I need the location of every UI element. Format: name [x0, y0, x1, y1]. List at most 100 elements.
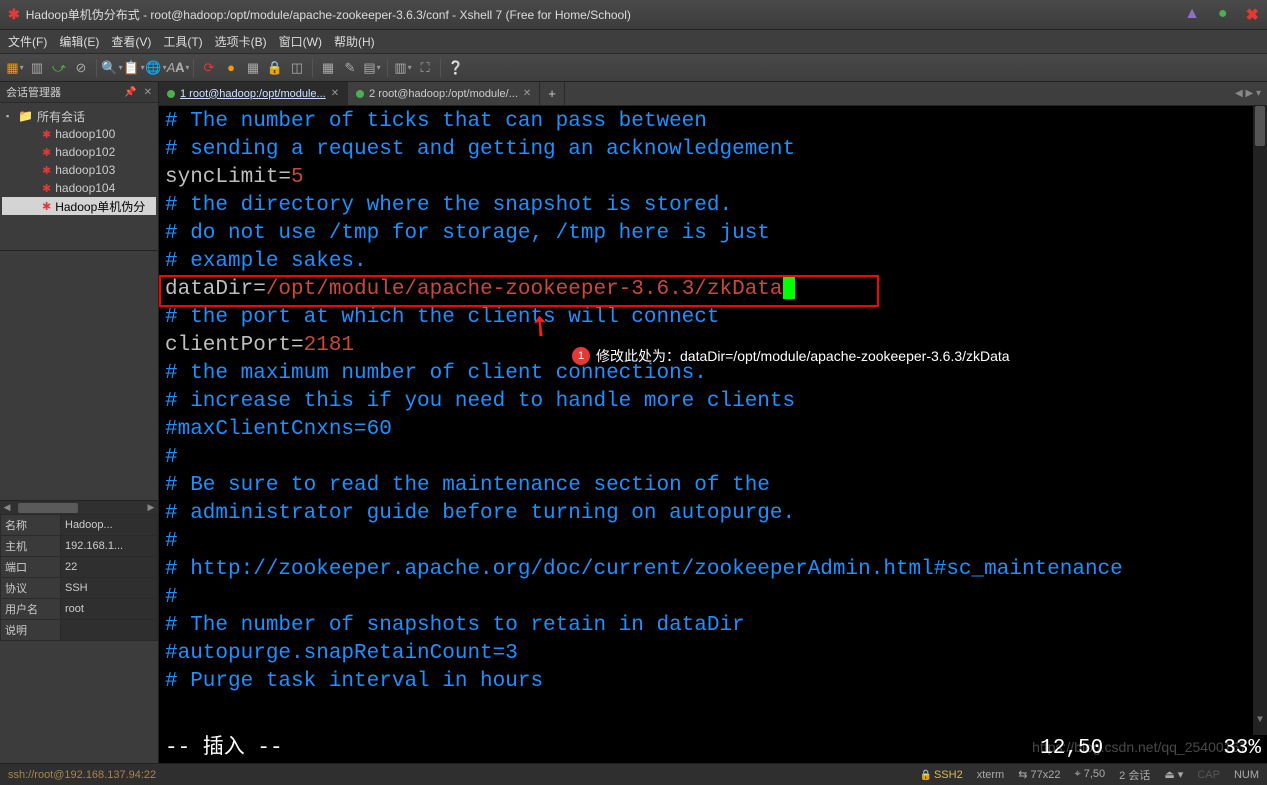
- copy-button[interactable]: 📋: [125, 59, 143, 77]
- terminal-line: # do not use /tmp for storage, /tmp here…: [165, 220, 1261, 248]
- disclosure-icon[interactable]: ▪: [6, 111, 16, 121]
- palette-button[interactable]: ▤: [363, 59, 381, 77]
- session-item[interactable]: ✱hadoop102: [2, 143, 156, 161]
- highlight-button[interactable]: ✎: [341, 59, 359, 77]
- tree-root[interactable]: ▪ 📁 所有会话: [2, 107, 156, 125]
- layout1-button[interactable]: ▦: [319, 59, 337, 77]
- status-dot-icon: [167, 90, 175, 98]
- menu-view[interactable]: 查看(V): [111, 33, 151, 50]
- status-size: ⇆ 77x22: [1018, 768, 1060, 781]
- menu-file[interactable]: 文件(F): [8, 33, 47, 50]
- reconnect-button[interactable]: ⤻: [50, 59, 68, 77]
- prop-key: 端口: [1, 557, 61, 578]
- maximize-icon[interactable]: ●: [1218, 5, 1228, 25]
- pin-icon[interactable]: 📌: [124, 87, 136, 98]
- terminal-line: # the directory where the snapshot is st…: [165, 192, 1261, 220]
- terminal-line: #: [165, 584, 1261, 612]
- scrollbar-thumb[interactable]: [1255, 106, 1265, 146]
- main-area: 1 root@hadoop:/opt/module... ✕ 2 root@ha…: [159, 82, 1267, 763]
- status-eject[interactable]: ⏏ ▾: [1164, 768, 1183, 781]
- session-icon: ✱: [42, 146, 51, 159]
- panel-close-icon[interactable]: ✕: [144, 87, 152, 98]
- new-session-button[interactable]: ▦: [6, 59, 24, 77]
- annotation-text: 修改此处为：dataDir=/opt/module/apache-zookeep…: [596, 342, 1010, 370]
- help-button[interactable]: ❔: [447, 59, 465, 77]
- tab-label: 2 root@hadoop:/opt/module/...: [369, 88, 518, 100]
- tool3-button[interactable]: ▦: [244, 59, 262, 77]
- app-icon: ✱: [8, 6, 20, 23]
- session-panel-title: 会话管理器: [6, 84, 120, 100]
- split-button[interactable]: ▥: [394, 59, 412, 77]
- prop-key: 用户名: [1, 599, 61, 620]
- prop-value: 192.168.1...: [61, 536, 158, 557]
- prop-value: 22: [61, 557, 158, 578]
- tab-scroll-controls[interactable]: ◀ ▶ ▾: [1229, 82, 1267, 105]
- minimize-icon[interactable]: ▲: [1184, 5, 1200, 25]
- window-title: Hadoop单机伪分布式 - root@hadoop:/opt/module/a…: [26, 6, 1184, 23]
- menu-tools[interactable]: 工具(T): [163, 33, 202, 50]
- terminal[interactable]: # The number of ticks that can pass betw…: [159, 106, 1267, 763]
- terminal-line: # Purge task interval in hours: [165, 668, 1261, 696]
- menu-tabs[interactable]: 选项卡(B): [215, 33, 267, 50]
- sidebar-scrollbar[interactable]: ◀ ▶: [0, 500, 158, 514]
- toolbar: ▦ ▥ ⤻ ⊘ 🔍 📋 🌐 A𝐀 ⟳ ● ▦ 🔒 ◫ ▦ ✎ ▤ ▥ ⛶ ❔: [0, 54, 1267, 82]
- scroll-right-icon[interactable]: ▶: [144, 502, 158, 513]
- add-tab-button[interactable]: +: [540, 82, 565, 105]
- session-item-selected[interactable]: ✱Hadoop单机伪分: [2, 197, 156, 215]
- terminal-line: #maxClientCnxns=60: [165, 416, 1261, 444]
- session-item[interactable]: ✱hadoop103: [2, 161, 156, 179]
- session-item[interactable]: ✱hadoop100: [2, 125, 156, 143]
- terminal-line: # increase this if you need to handle mo…: [165, 388, 1261, 416]
- session-tab[interactable]: 2 root@hadoop:/opt/module/... ✕: [348, 82, 540, 105]
- status-cap: CAP: [1197, 769, 1220, 781]
- search-button[interactable]: 🔍: [103, 59, 121, 77]
- font-button[interactable]: A𝐀: [169, 59, 187, 77]
- session-panel-header: 会话管理器 📌 ✕: [0, 82, 158, 103]
- window-controls: ▲ ● ✖: [1184, 5, 1259, 25]
- status-caret: ⌖ 7,50: [1074, 768, 1105, 781]
- scrollbar-thumb[interactable]: [18, 503, 78, 513]
- tool2-button[interactable]: ●: [222, 59, 240, 77]
- encoding-button[interactable]: 🌐: [147, 59, 165, 77]
- annotation-badge: 1: [572, 347, 590, 365]
- status-bar: ssh://root@192.168.137.94:22 SSH2 xterm …: [0, 763, 1267, 785]
- prop-value: root: [61, 599, 158, 620]
- tool4-button[interactable]: ◫: [288, 59, 306, 77]
- status-ssh: SSH2: [920, 769, 963, 781]
- prop-key: 说明: [1, 620, 61, 641]
- menu-edit[interactable]: 编辑(E): [59, 33, 99, 50]
- lock-icon[interactable]: 🔒: [266, 59, 284, 77]
- scroll-left-icon[interactable]: ◀: [0, 502, 14, 513]
- session-tab-active[interactable]: 1 root@hadoop:/opt/module... ✕: [159, 82, 348, 105]
- tool1-button[interactable]: ⟳: [200, 59, 218, 77]
- terminal-line: # example sakes.: [165, 248, 1261, 276]
- fullscreen-button[interactable]: ⛶: [416, 59, 434, 77]
- prop-value: [61, 620, 158, 641]
- session-item[interactable]: ✱hadoop104: [2, 179, 156, 197]
- tab-close-icon[interactable]: ✕: [331, 88, 339, 99]
- scroll-down-icon[interactable]: ▼: [1253, 707, 1267, 735]
- menu-window[interactable]: 窗口(W): [279, 33, 322, 50]
- terminal-line: # Be sure to read the maintenance sectio…: [165, 472, 1261, 500]
- properties-panel: 名称Hadoop... 主机192.168.1... 端口22 协议SSH 用户…: [0, 514, 158, 763]
- tab-strip: 1 root@hadoop:/opt/module... ✕ 2 root@ha…: [159, 82, 1267, 106]
- terminal-scrollbar[interactable]: ▲ ▼: [1253, 106, 1267, 735]
- highlight-box: [159, 275, 879, 307]
- vim-mode: -- 插入 --: [165, 735, 283, 763]
- tab-close-icon[interactable]: ✕: [523, 88, 531, 99]
- status-connection: ssh://root@192.168.137.94:22: [8, 769, 156, 781]
- close-icon[interactable]: ✖: [1246, 5, 1259, 25]
- disconnect-button[interactable]: ⊘: [72, 59, 90, 77]
- menu-help[interactable]: 帮助(H): [334, 33, 375, 50]
- terminal-line: # The number of snapshots to retain in d…: [165, 612, 1261, 640]
- session-icon: ✱: [42, 182, 51, 195]
- prop-key: 名称: [1, 515, 61, 536]
- open-button[interactable]: ▥: [28, 59, 46, 77]
- prop-value: Hadoop...: [61, 515, 158, 536]
- tab-label: 1 root@hadoop:/opt/module...: [180, 88, 326, 100]
- status-dot-icon: [356, 90, 364, 98]
- terminal-line: #: [165, 444, 1261, 472]
- session-icon: ✱: [42, 128, 51, 141]
- terminal-line: # sending a request and getting an ackno…: [165, 136, 1261, 164]
- prop-key: 协议: [1, 578, 61, 599]
